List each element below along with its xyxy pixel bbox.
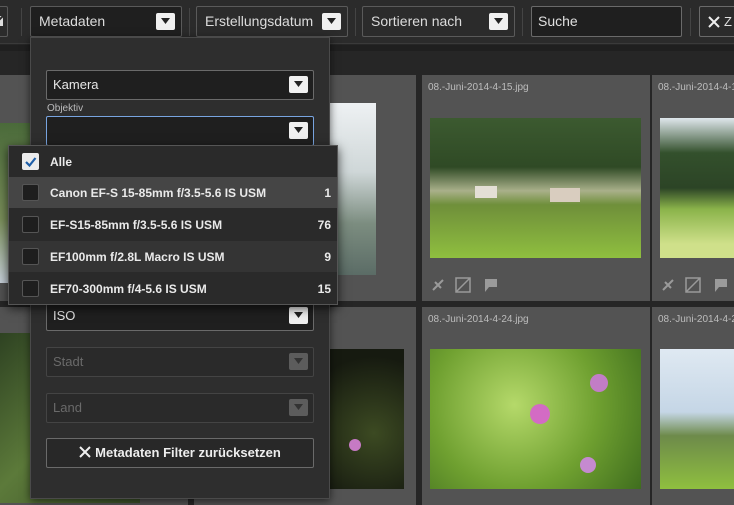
flower-shape <box>530 404 550 424</box>
lens-option-count: 9 <box>324 250 331 264</box>
house-shape <box>475 186 497 198</box>
city-select-value: Stadt <box>53 354 84 369</box>
toolbar-divider <box>690 8 691 36</box>
chevron-down-icon <box>289 76 308 93</box>
photo-filename: 08.-Juni-2014-4-24.jpg <box>428 314 529 325</box>
lens-dropdown-list: Alle Canon EF-S 15-85mm f/3.5-5.6 IS USM… <box>8 145 338 305</box>
app-window: Metadaten Erstellungsdatum Sortieren nac… <box>0 0 734 505</box>
flower-shape <box>590 374 608 392</box>
chevron-down-icon <box>289 122 308 139</box>
photo-thumbnail <box>660 349 734 489</box>
checkbox-icon[interactable] <box>22 216 39 233</box>
checkbox-icon[interactable] <box>22 248 39 265</box>
iso-select-value: ISO <box>53 308 76 323</box>
date-filter-button[interactable]: Erstellungsdatum <box>196 6 348 37</box>
checkbox-icon[interactable] <box>22 184 39 201</box>
toolbar-divider <box>522 8 523 36</box>
photo-filename: 08.-Juni-2014-4-15.jpg <box>428 82 529 93</box>
photo-tile[interactable]: 08.-Juni-2014-4-16.jpg <box>652 75 734 301</box>
search-input[interactable]: Suche <box>531 6 682 37</box>
reset-metadata-filter-button[interactable]: Metadaten Filter zurücksetzen <box>46 438 314 468</box>
lens-option-label: Canon EF-S 15-85mm f/3.5-5.6 IS USM <box>50 186 267 200</box>
flag-icon <box>0 16 4 26</box>
flag-icon[interactable] <box>713 277 729 293</box>
lens-option[interactable]: EF100mm f/2.8L Macro IS USM 9 <box>9 241 337 272</box>
compare-icon[interactable] <box>455 277 471 293</box>
chevron-down-icon <box>489 13 508 30</box>
lens-select[interactable] <box>46 116 314 146</box>
photo-tile[interactable]: 08.-Juni-2014-4-25.jpg <box>652 307 734 505</box>
lens-option-count: 76 <box>317 218 331 232</box>
toolbar-divider <box>21 8 22 36</box>
chevron-down-icon <box>289 353 308 370</box>
photo-thumbnail <box>430 349 641 489</box>
compare-icon[interactable] <box>685 277 701 293</box>
close-filter-button[interactable]: Z <box>699 6 734 37</box>
camera-select-value: Kamera <box>53 77 99 92</box>
chevron-down-icon <box>322 13 341 30</box>
flower-shape <box>580 457 596 473</box>
lens-option-label: Alle <box>50 155 73 169</box>
metadata-filter-button[interactable]: Metadaten <box>30 6 182 37</box>
house-shape <box>550 188 580 202</box>
lens-option-count: 15 <box>317 282 331 296</box>
lens-option-count: 1 <box>324 186 331 200</box>
photo-filename: 08.-Juni-2014-4-25.jpg <box>658 314 734 325</box>
country-select-value: Land <box>53 400 82 415</box>
checkbox-icon[interactable] <box>22 280 39 297</box>
close-icon <box>79 446 91 458</box>
checkbox-checked-icon[interactable] <box>22 153 39 170</box>
flower-shape <box>349 439 361 451</box>
lens-option-label: EF-S15-85mm f/3.5-5.6 IS USM <box>50 218 223 232</box>
sort-button[interactable]: Sortieren nach <box>362 6 515 37</box>
lens-option[interactable]: Canon EF-S 15-85mm f/3.5-5.6 IS USM 1 <box>9 177 337 208</box>
reset-label: Metadaten Filter zurücksetzen <box>95 445 281 460</box>
date-filter-label: Erstellungsdatum <box>205 13 314 29</box>
iso-select[interactable]: ISO <box>46 301 314 331</box>
lens-option-all[interactable]: Alle <box>9 146 337 177</box>
chevron-down-icon <box>289 399 308 416</box>
toolbar-partial-button[interactable] <box>0 6 8 37</box>
chevron-down-icon <box>289 307 308 324</box>
lens-option[interactable]: EF-S15-85mm f/3.5-5.6 IS USM 76 <box>9 209 337 240</box>
lens-option-label: EF70-300mm f/4-5.6 IS USM <box>50 282 207 296</box>
flag-icon[interactable] <box>483 277 499 293</box>
camera-select[interactable]: Kamera <box>46 70 314 100</box>
reject-icon[interactable] <box>430 277 446 293</box>
toolbar-divider <box>355 8 356 36</box>
photo-tile[interactable]: 08.-Juni-2014-4-15.jpg <box>422 75 650 301</box>
photo-thumbnail <box>660 118 734 258</box>
metadata-filter-label: Metadaten <box>39 13 106 29</box>
close-icon <box>708 16 720 28</box>
sort-label: Sortieren nach <box>371 13 463 29</box>
lens-option[interactable]: EF70-300mm f/4-5.6 IS USM 15 <box>9 273 337 304</box>
photo-thumbnail <box>430 118 641 258</box>
chevron-down-icon <box>156 13 175 30</box>
photo-tile[interactable]: 08.-Juni-2014-4-24.jpg <box>422 307 650 505</box>
photo-filename: 08.-Juni-2014-4-16.jpg <box>658 82 734 93</box>
reject-icon[interactable] <box>660 277 676 293</box>
city-select[interactable]: Stadt <box>46 347 314 377</box>
country-select[interactable]: Land <box>46 393 314 423</box>
lens-option-label: EF100mm f/2.8L Macro IS USM <box>50 250 225 264</box>
lens-label: Objektiv <box>47 103 84 114</box>
toolbar-divider <box>189 8 190 36</box>
close-filter-label: Z <box>724 14 732 29</box>
